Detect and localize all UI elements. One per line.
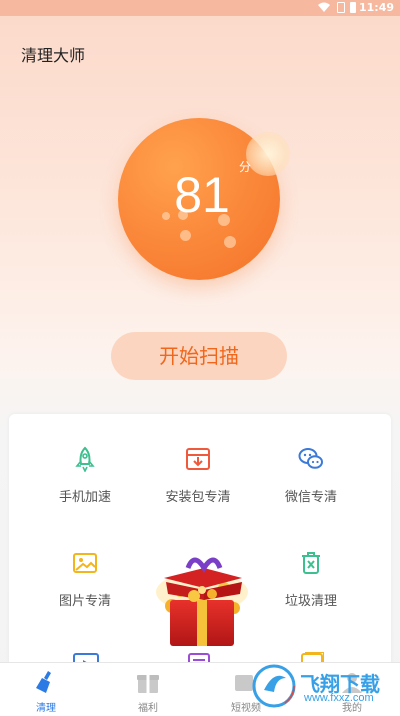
tool-image-clean[interactable]: 图片专清 <box>30 550 140 609</box>
bubble-decoration <box>180 230 191 241</box>
page-title: 清理大师 <box>21 46 86 65</box>
tool-apk-clean[interactable]: 安装包专清 <box>143 446 253 505</box>
tool-label: 微信专清 <box>284 490 337 505</box>
score-value: 81 <box>174 167 230 223</box>
status-time: 11:49 <box>358 1 394 14</box>
gift-icon <box>137 675 159 693</box>
status-bar: 11:49 <box>0 0 400 16</box>
sim-icon <box>337 2 345 13</box>
watermark: 飞翔下载 www.fxxz.com <box>252 662 392 712</box>
tool-label: 手机加速 <box>58 490 111 505</box>
score-unit: 分 <box>239 160 252 174</box>
broom-icon <box>36 671 51 693</box>
trash-icon <box>302 552 320 574</box>
wifi-icon <box>318 2 330 12</box>
tool-label: 安装包专清 <box>165 490 231 505</box>
tool-label: 垃圾清理 <box>284 594 337 609</box>
glow-decoration <box>246 132 290 176</box>
tool-wechat-clean[interactable]: 微信专清 <box>256 446 366 505</box>
tool-label: 图片专清 <box>58 594 111 609</box>
package-download-icon <box>186 448 210 470</box>
tab-welfare[interactable]: 福利 <box>108 669 188 714</box>
rocket-icon <box>75 446 95 472</box>
bubble-decoration <box>224 236 236 248</box>
tool-junk-clean[interactable]: 垃圾清理 <box>256 550 366 609</box>
tab-label: 福利 <box>138 703 158 714</box>
tool-phone-boost[interactable]: 手机加速 <box>30 446 140 505</box>
tab-label: 清理 <box>36 703 56 714</box>
wechat-icon <box>298 448 323 469</box>
watermark-logo-icon <box>252 664 296 708</box>
start-scan-button[interactable]: 开始扫描 <box>111 332 287 380</box>
image-icon <box>73 553 97 573</box>
battery-icon <box>350 2 356 13</box>
score-ball[interactable]: 81 分 <box>118 118 290 280</box>
tab-clean[interactable]: 清理 <box>6 669 86 714</box>
gift-box-promo[interactable] <box>150 548 254 652</box>
watermark-url: www.fxxz.com <box>304 692 374 704</box>
